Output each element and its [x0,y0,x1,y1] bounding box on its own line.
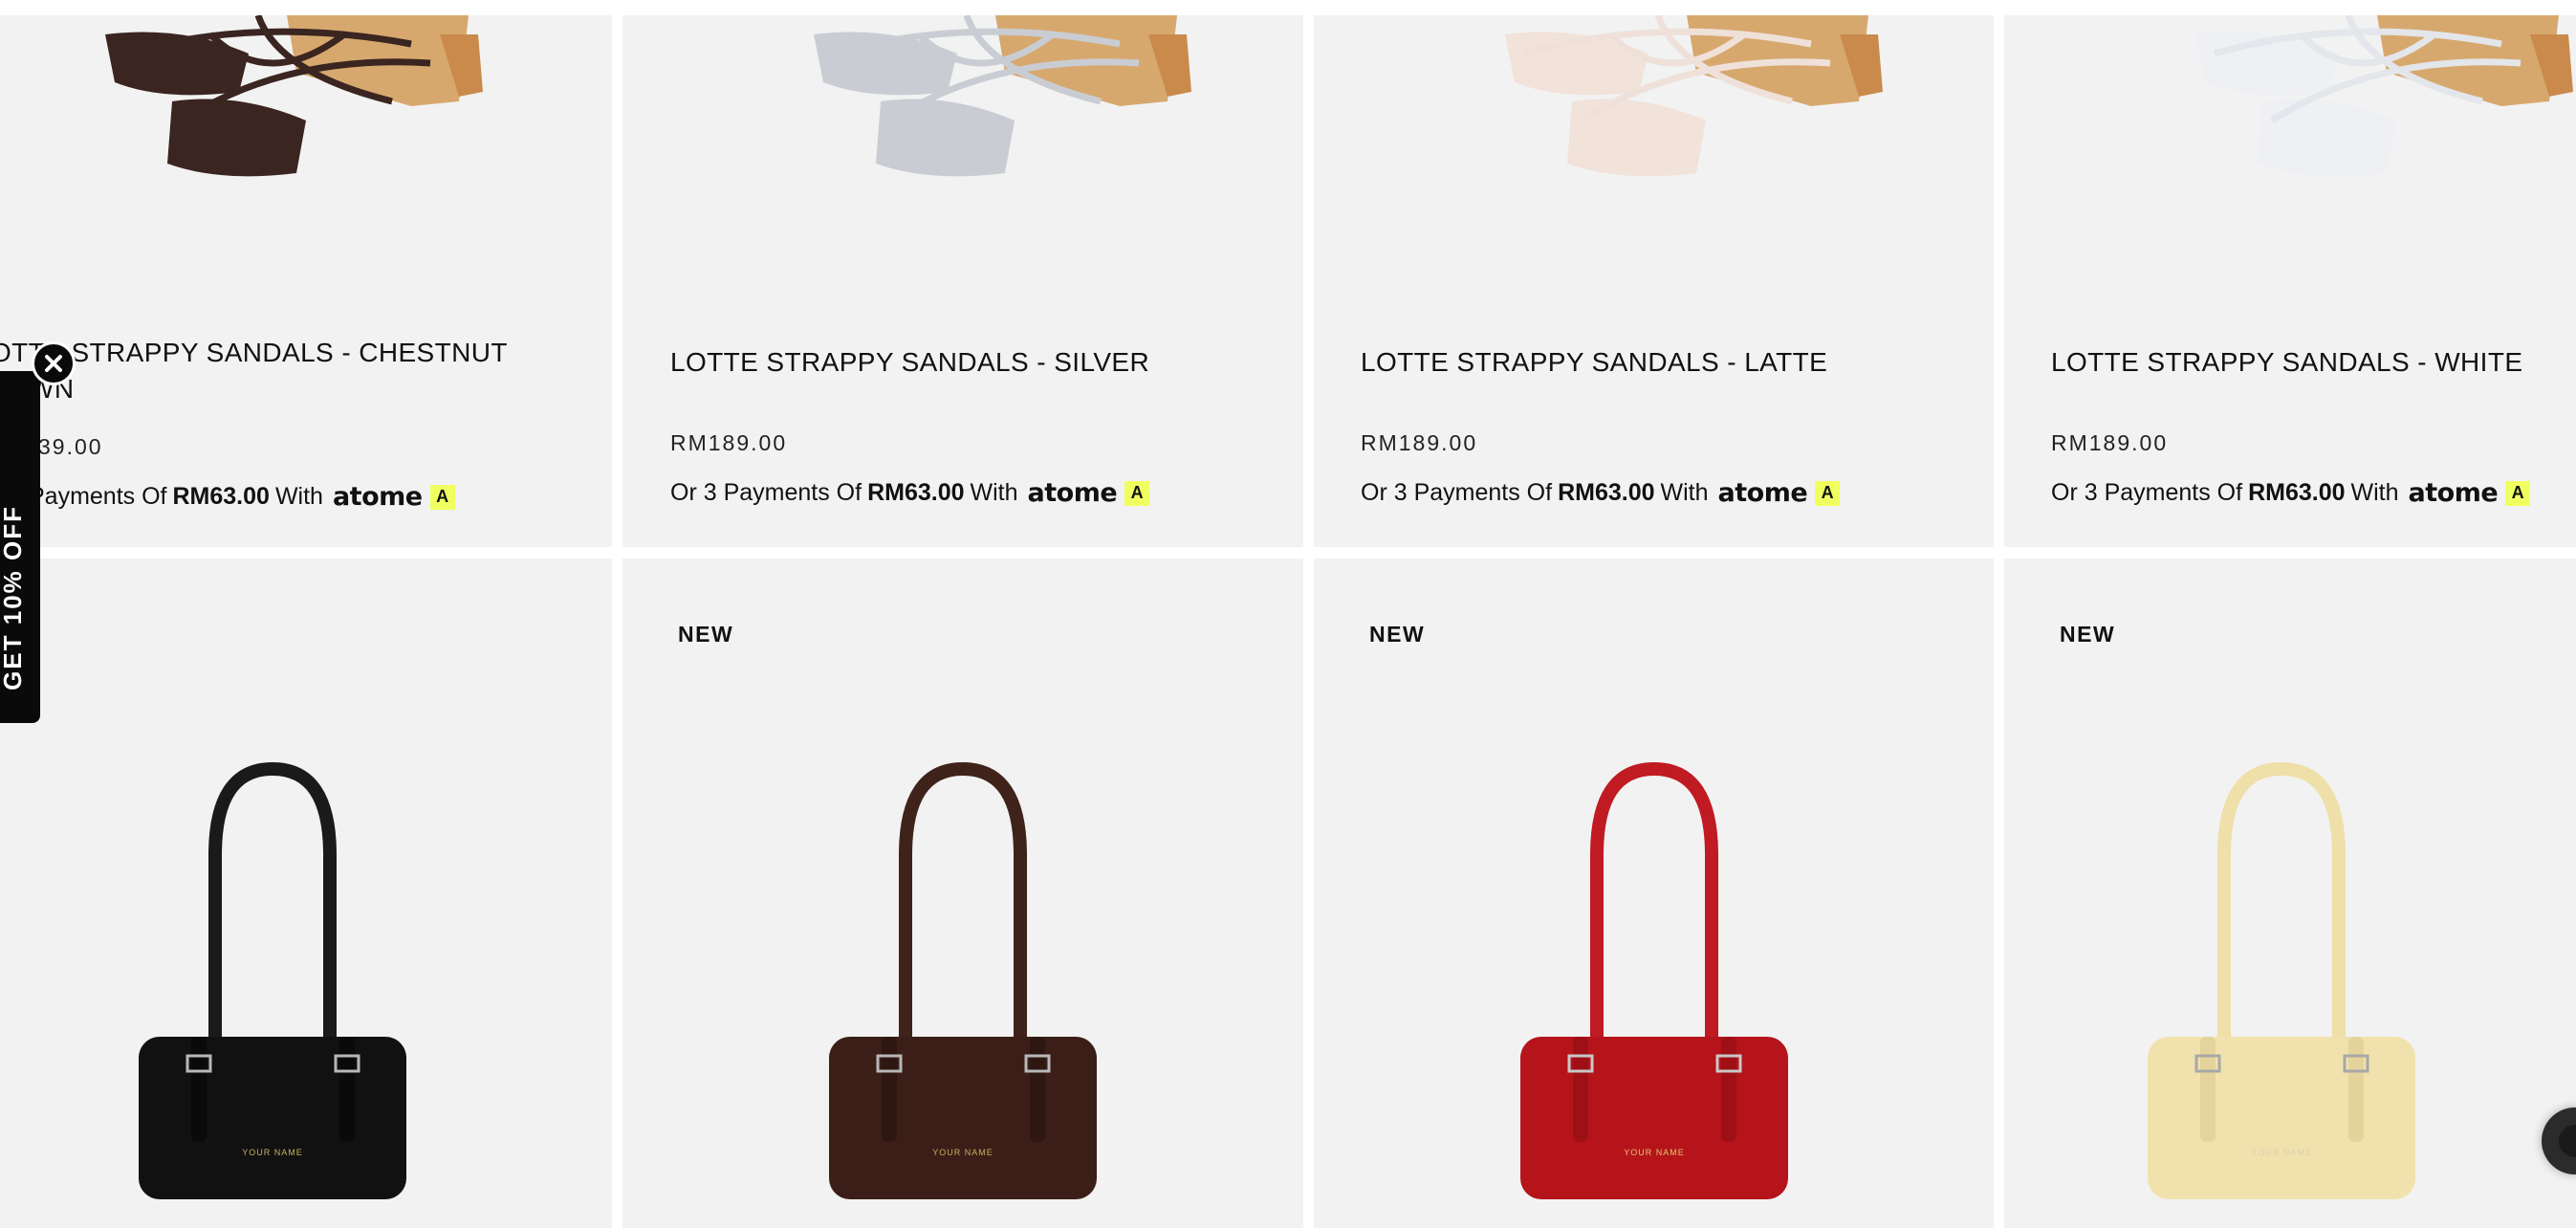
product-card-bag-cream[interactable]: NEW YOUR NAME [2004,559,2576,1228]
sandal-image [105,15,483,177]
product-price: 39.00 [38,434,103,459]
new-badge: NEW [2060,622,2116,647]
atome-logo: atome [1027,478,1118,508]
atome-installment: Or 3 Payments Of RM63.00 With atome A [1361,478,1841,508]
svg-text:YOUR NAME: YOUR NAME [242,1148,303,1157]
product-price: RM189.00 [2051,430,2169,455]
product-card-white[interactable]: LOTTE STRAPPY SANDALS - WHITE RM189.00 O… [2004,15,2576,547]
product-title[interactable]: LOTTE STRAPPY SANDALS - SILVER [670,344,1149,381]
new-badge: NEW [678,622,734,647]
product-price: RM189.00 [1361,430,1478,455]
atome-a-icon: A [2505,480,2531,506]
atome-a-icon: A [1124,480,1150,506]
promo-side-tab[interactable]: GET 10% OFF [0,371,40,723]
atome-logo: atome [1717,478,1808,508]
chat-dot [2559,1125,2576,1157]
atome-logo: atome [2408,478,2499,508]
product-card-silver[interactable]: LOTTE STRAPPY SANDALS - SILVER RM189.00 … [622,15,1303,547]
product-grid: OTTE STRAPPY SANDALS - CHESTNUT WN 39.00… [0,0,2576,1228]
product-title[interactable]: LOTTE STRAPPY SANDALS - WHITE [2051,344,2522,381]
product-card-bag-black[interactable]: YOUR NAME [0,559,612,1228]
atome-logo: atome [332,482,423,512]
atome-installment: Or 3 Payments Of RM63.00 With atome A [670,478,1150,508]
svg-text:YOUR NAME: YOUR NAME [932,1148,993,1157]
product-title[interactable]: LOTTE STRAPPY SANDALS - LATTE [1361,344,1827,381]
bag-image: YOUR NAME [1519,761,1788,1199]
product-card-chestnut-brown[interactable]: OTTE STRAPPY SANDALS - CHESTNUT WN 39.00… [0,15,612,547]
bag-image: YOUR NAME [2148,761,2415,1199]
product-card-latte[interactable]: LOTTE STRAPPY SANDALS - LATTE RM189.00 O… [1314,15,1994,547]
atome-installment: Payments Of RM63.00 With atome A [29,482,455,512]
atome-a-icon: A [429,484,455,510]
product-title[interactable]: OTTE STRAPPY SANDALS - CHESTNUT WN [0,335,508,407]
sandal-image [814,15,1191,177]
product-price: RM189.00 [670,430,788,455]
new-badge: NEW [1369,622,1426,647]
bag-image: YOUR NAME [829,761,1097,1199]
svg-text:YOUR NAME: YOUR NAME [1624,1148,1685,1157]
svg-text:YOUR NAME: YOUR NAME [2251,1148,2312,1157]
sandal-image [1505,15,1883,177]
product-card-bag-red[interactable]: NEW YOUR NAME [1314,559,1994,1228]
promo-tab-label: GET 10% OFF [0,505,27,691]
bag-image: YOUR NAME [139,761,406,1199]
sandal-image [2195,15,2573,177]
product-card-bag-brown[interactable]: NEW YOUR NAME [622,559,1303,1228]
atome-installment: Or 3 Payments Of RM63.00 With atome A [2051,478,2531,508]
close-icon[interactable] [32,341,76,385]
atome-a-icon: A [1815,480,1841,506]
